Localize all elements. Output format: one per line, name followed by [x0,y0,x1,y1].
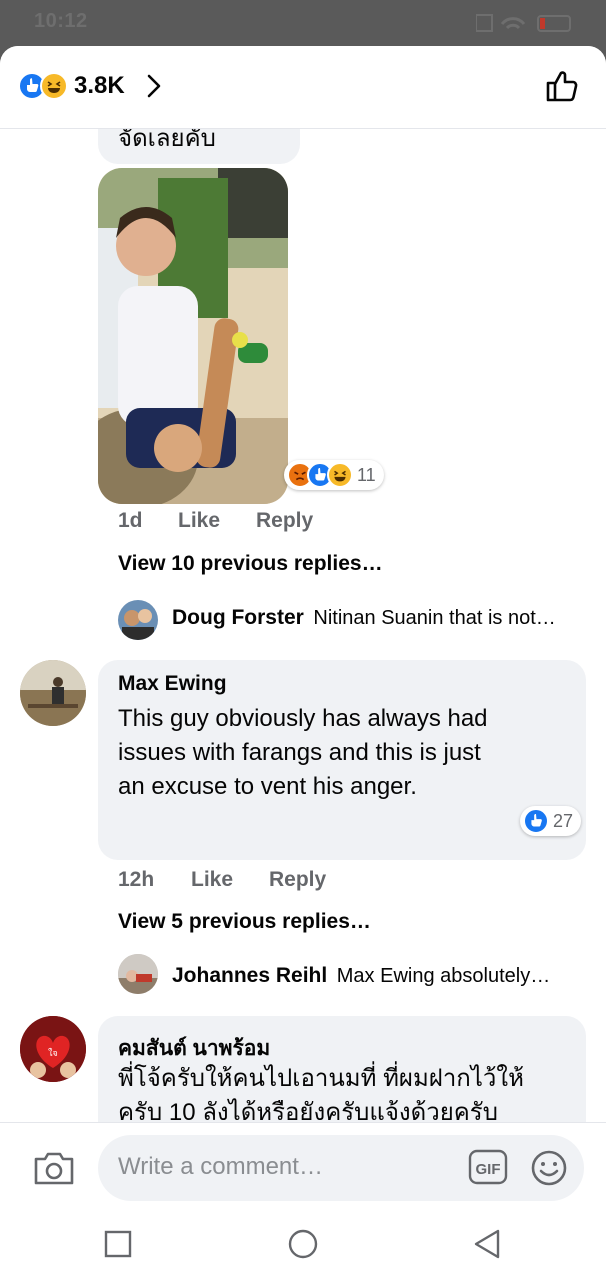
like-icon [523,808,549,834]
system-nav-bar [0,1216,606,1280]
comment-bubble[interactable]: จัดเลยคับ [98,128,300,164]
comment-author: คมสันต์ นาพร้อม [118,1037,271,1060]
like-button[interactable]: Like [178,509,220,533]
camera-icon[interactable] [32,1145,76,1189]
comment-composer: Write a comment… GIF [0,1122,606,1217]
reply-button[interactable]: Reply [269,868,326,892]
reply-snippet: Max Ewing absolutely… [336,965,551,987]
comment-text: จัดเลยคับ [118,128,216,152]
view-previous-replies[interactable]: View 5 previous replies… [118,910,371,934]
status-time: 10:12 [34,10,88,32]
comments-list[interactable]: จัดเลยคับ 11 1d Like Reply View 10 previ… [0,128,606,1122]
reaction-count: 11 [357,464,376,485]
reply-button[interactable]: Reply [256,509,313,533]
comments-sheet: 3.8K จัดเลยคับ 11 1d Like Reply View 10 … [0,46,606,1280]
reactions-summary[interactable]: 3.8K [18,70,169,102]
status-bar: 10:12 [0,0,606,46]
recents-icon[interactable] [104,1230,132,1258]
reply-author: Johannes Reihl [172,964,328,987]
comment-line: This guy obviously has always had [118,705,488,732]
comment-line: ครับ 10 ลังได้หรือยังครับแจ้งด้วยครับ [118,1099,498,1122]
comment-reactions[interactable]: 27 [520,806,582,836]
comment-text: This guy obviously has always had issues… [118,702,488,804]
comment-line: issues with farangs and this is just [118,739,481,766]
reaction-count: 3.8K [74,72,125,99]
comment-bubble[interactable]: คมสันต์ นาพร้อม พี่โจ้ครับให้คนไปเอานมที… [98,1016,586,1122]
reply-preview[interactable]: Johannes Reihl Max Ewing absolutely… [172,964,550,988]
reply-preview[interactable]: Doug Forster Nitinan Suanin that is not… [172,606,556,630]
comment-placeholder: Write a comment… [118,1153,323,1180]
comment-input[interactable]: Write a comment… GIF [98,1135,584,1201]
haha-icon [327,462,353,488]
gif-label: GIF [476,1161,501,1178]
reply-snippet: Nitinan Suanin that is not… [313,607,556,629]
reaction-count: 27 [553,810,574,831]
back-icon[interactable] [472,1228,502,1260]
avatar[interactable] [20,660,86,726]
comment-bubble[interactable]: Max Ewing This guy obviously has always … [98,660,586,860]
reactions-header: 3.8K [0,46,606,129]
reply-author: Doug Forster [172,606,304,629]
haha-icon [40,72,68,100]
like-button[interactable]: Like [191,868,233,892]
photo-image [98,168,288,504]
view-previous-replies[interactable]: View 10 previous replies… [118,552,383,576]
comment-time: 1d [118,509,143,532]
emoji-icon[interactable] [530,1149,568,1187]
comment-text: พี่โจ้ครับให้คนไปเอานมที่ ที่ผมฝากไว้ให้… [118,1062,524,1122]
gif-icon[interactable]: GIF [468,1149,508,1185]
thumbs-up-outline-icon[interactable] [544,68,580,104]
comment-author: Max Ewing [118,672,227,695]
comment-photo[interactable] [98,168,288,504]
home-icon[interactable] [287,1228,319,1260]
avatar[interactable] [118,954,158,994]
status-icons [476,14,571,32]
comment-reactions[interactable]: 11 [284,460,384,490]
avatar[interactable]: ใจ [20,1016,86,1082]
comment-line: พี่โจ้ครับให้คนไปเอานมที่ ที่ผมฝากไว้ให้ [118,1065,524,1092]
comment-line: an excuse to vent his anger. [118,773,417,800]
avatar-text: ใจ [48,1048,58,1059]
avatar[interactable] [118,600,158,640]
comment-time: 12h [118,868,155,891]
chevron-right-icon[interactable] [139,71,169,101]
